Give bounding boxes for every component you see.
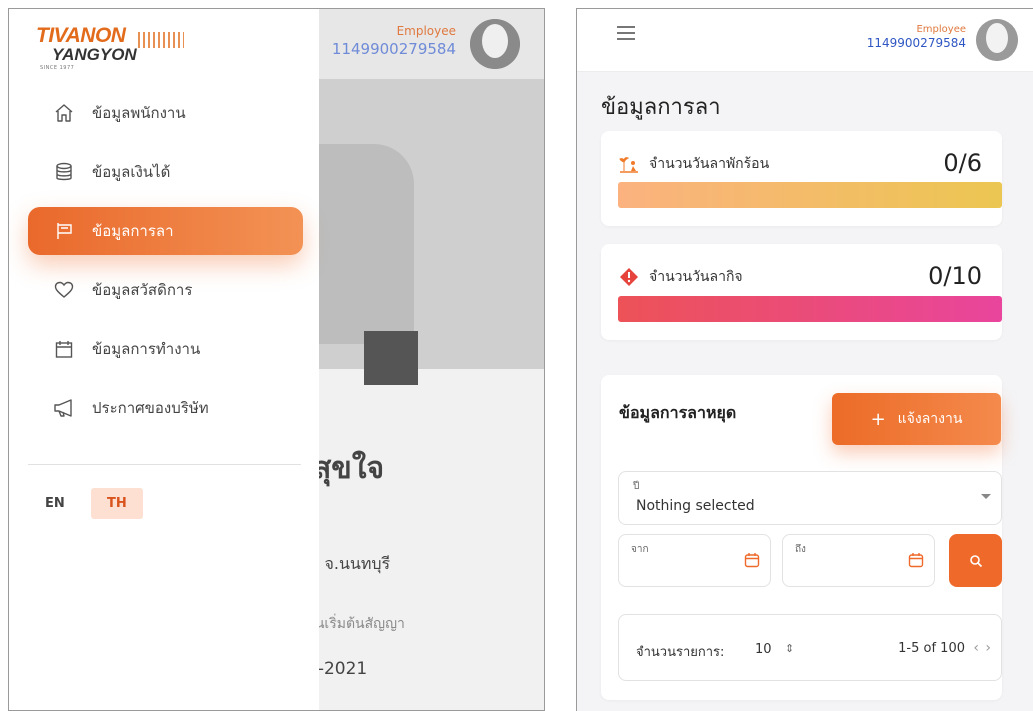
logo-tagline: SINCE 1977: [40, 65, 75, 71]
menu-item-label: ข้อมูลการทำงาน: [92, 340, 201, 358]
background-employee-role: Employee: [396, 24, 456, 38]
employee-code: 1149900279584: [866, 36, 966, 50]
logo-text-bottom: YANGYON: [52, 45, 137, 64]
request-leave-label: แจ้งลางาน: [897, 411, 963, 427]
employee-role: Employee: [916, 24, 966, 35]
language-switcher: EN TH: [33, 488, 143, 519]
vacation-quota-label-row: จำนวนวันลาพักร้อน: [619, 153, 769, 175]
menu-item-label: ข้อมูลสวัสดิการ: [92, 281, 193, 299]
menu-item-income-info[interactable]: ข้อมูลเงินได้: [28, 148, 303, 196]
plus-icon: +: [870, 408, 886, 430]
menu-item-welfare-info[interactable]: ข้อมูลสวัสดิการ: [28, 266, 303, 314]
search-button[interactable]: [949, 534, 1002, 587]
user-avatar[interactable]: [976, 19, 1018, 61]
year-select-value: Nothing selected: [636, 498, 755, 514]
background-employee-code: 1149900279584: [331, 40, 456, 58]
background-employee-info: Employee 1149900279584: [332, 24, 456, 58]
leave-icon: [52, 219, 76, 243]
personal-leave-quota-label: จำนวนวันลากิจ: [649, 269, 743, 285]
vacation-quota-label: จำนวนวันลาพักร้อน: [649, 156, 770, 172]
background-user-avatar: [470, 19, 520, 69]
home-icon: [52, 101, 76, 125]
calendar-icon[interactable]: [744, 552, 760, 568]
heart-icon: [52, 278, 76, 302]
from-date-label: จาก: [631, 544, 649, 555]
page-title: ข้อมูลการลา: [601, 95, 721, 120]
personal-leave-quota-value: 0/10: [928, 262, 982, 290]
chevron-right-icon[interactable]: ›: [985, 640, 991, 656]
sort-updown-icon[interactable]: ⇕: [785, 642, 794, 655]
user-silhouette-icon: [470, 19, 520, 69]
search-icon: [969, 554, 982, 567]
page-size-select[interactable]: 10: [755, 642, 772, 657]
left-phone-screen: Employee 1149900279584 สุขใจ ด จ.นนทบุรี…: [8, 8, 545, 711]
vacation-icon: [619, 154, 639, 174]
background-contract-label: วันเริ่มต้นสัญญา: [307, 616, 405, 632]
menu-item-label: ข้อมูลการลา: [92, 222, 174, 240]
caret-down-icon: [981, 494, 991, 499]
vacation-quota-value: 0/6: [943, 149, 982, 177]
from-date-field[interactable]: จาก: [618, 534, 771, 587]
database-icon: [52, 160, 76, 184]
page-size-label: จำนวนรายการ:: [636, 645, 725, 660]
leave-history-card: ข้อมูลการลาหยุด + แจ้งลางาน ปี Nothing s…: [601, 375, 1002, 700]
menu-item-company-announcements[interactable]: ประกาศของบริษัท: [28, 384, 303, 432]
personal-leave-quota-bar: [618, 296, 1002, 322]
megaphone-icon: [52, 396, 76, 420]
menu-item-work-info[interactable]: ข้อมูลการทำงาน: [28, 325, 303, 373]
personal-leave-quota-card: จำนวนวันลากิจ 0/10: [601, 244, 1002, 340]
warning-diamond-icon: [619, 267, 639, 287]
personal-leave-quota-label-row: จำนวนวันลากิจ: [619, 266, 743, 288]
profile-photo-badge: [364, 331, 418, 385]
to-date-field[interactable]: ถึง: [782, 534, 935, 587]
logo-stripes: [138, 32, 184, 48]
menu-item-label: ข้อมูลพนักงาน: [92, 104, 186, 122]
vacation-quota-bar: [618, 182, 1002, 208]
calendar-icon[interactable]: [908, 552, 924, 568]
user-silhouette-icon: [976, 19, 1018, 61]
employee-info: Employee 1149900279584: [867, 24, 966, 50]
request-leave-button[interactable]: + แจ้งลางาน: [832, 393, 1001, 445]
background-employee-name: สุขใจ: [313, 451, 385, 486]
top-app-bar: Employee 1149900279584: [577, 9, 1033, 72]
drawer-divider: [28, 464, 301, 465]
menu-item-leave-info[interactable]: ข้อมูลการลา: [28, 207, 303, 255]
background-employee-address: ด จ.นนทบุรี: [309, 554, 391, 573]
year-select[interactable]: ปี Nothing selected: [618, 471, 1002, 525]
calendar-icon: [52, 337, 76, 361]
hamburger-menu-icon[interactable]: [617, 26, 635, 40]
year-select-label: ปี: [633, 481, 640, 492]
language-th-button[interactable]: TH: [91, 488, 143, 519]
pagination-bar: จำนวนรายการ: 10 ⇕ 1-5 of 100 ‹ ›: [618, 614, 1002, 681]
leave-history-title: ข้อมูลการลาหยุด: [619, 403, 737, 422]
menu-item-label: ประกาศของบริษัท: [92, 399, 209, 417]
menu-item-employee-info[interactable]: ข้อมูลพนักงาน: [28, 89, 303, 137]
to-date-label: ถึง: [795, 544, 806, 555]
chevron-left-icon[interactable]: ‹: [973, 640, 979, 656]
menu-item-label: ข้อมูลเงินได้: [92, 163, 171, 181]
navigation-drawer: TIVANON YANGYON SINCE 1977 ข้อมูลพนักงาน…: [9, 9, 319, 710]
company-logo[interactable]: TIVANON YANGYON SINCE 1977: [36, 25, 186, 75]
vacation-quota-card: จำนวนวันลาพักร้อน 0/6: [601, 131, 1002, 226]
drawer-menu: ข้อมูลพนักงาน ข้อมูลเงินได้ ข้อมูลการลา …: [28, 89, 303, 443]
page-range-text: 1-5 of 100: [898, 641, 965, 656]
language-en-button[interactable]: EN: [33, 496, 91, 511]
right-phone-screen: Employee 1149900279584 ข้อมูลการลา จำนวน…: [576, 8, 1033, 711]
